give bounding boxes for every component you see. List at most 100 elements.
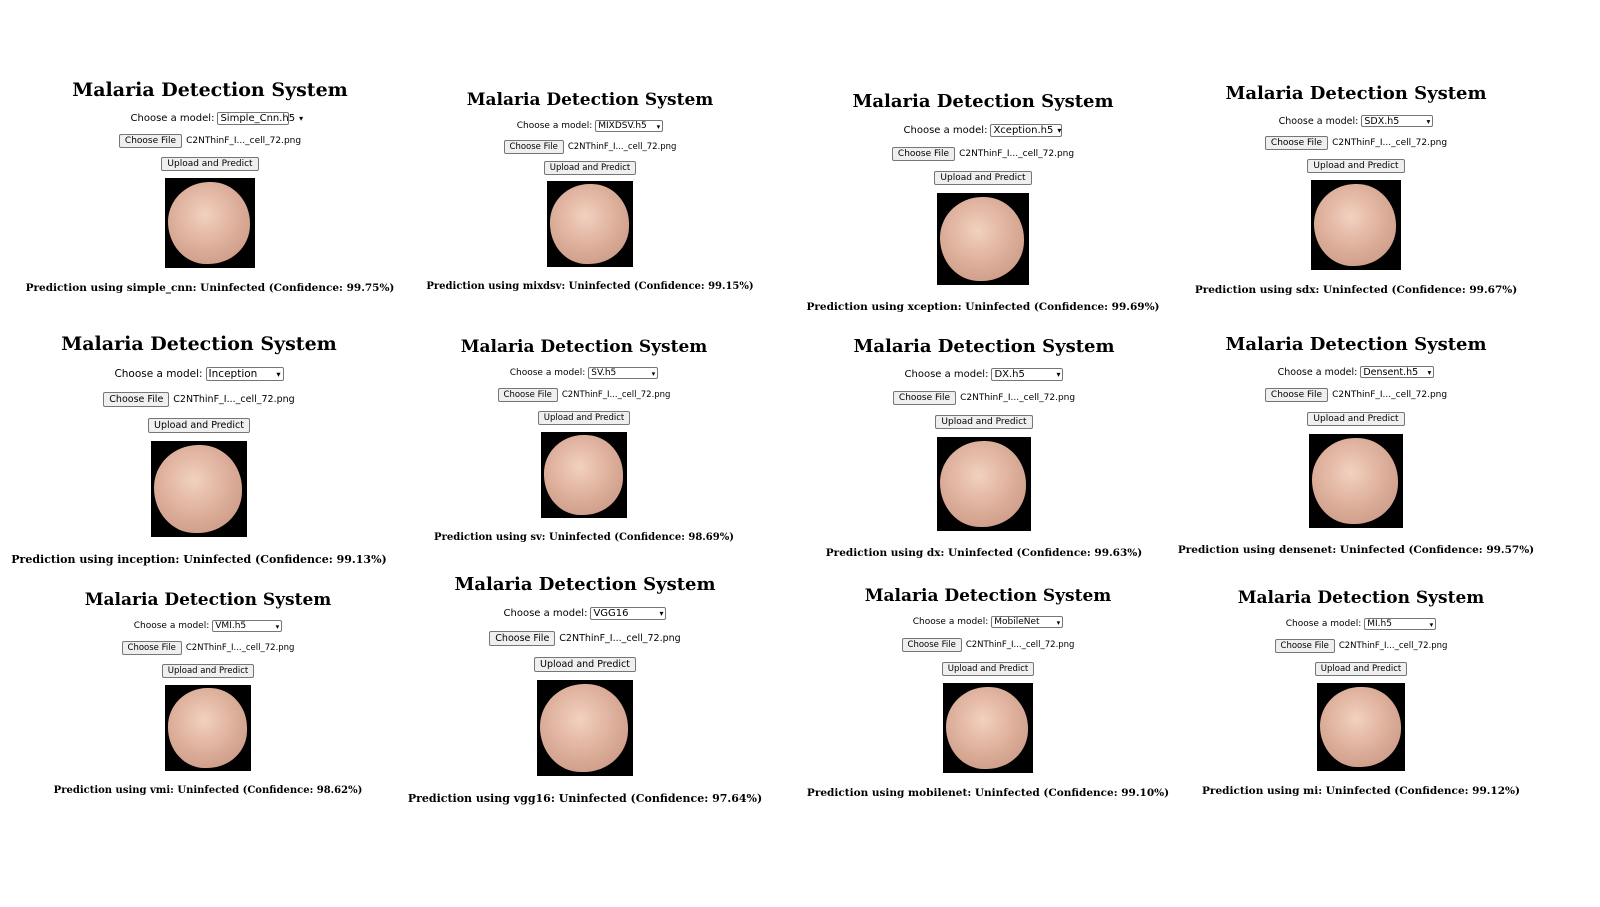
cell-shape [167, 688, 247, 768]
upload-predict-button[interactable]: Upload and Predict [941, 662, 1035, 676]
chevron-down-icon: ▾ [299, 114, 304, 123]
model-label: Choose a model: [516, 121, 593, 131]
prediction-text: Prediction using mi: Uninfected (Confide… [1202, 785, 1520, 797]
upload-predict-button[interactable]: Upload and Predict [1314, 662, 1408, 676]
prediction-text: Prediction using inception: Uninfected (… [11, 553, 387, 566]
cell-shape [167, 181, 251, 265]
cell-shape [543, 435, 623, 515]
upload-predict-button[interactable]: Upload and Predict [543, 161, 637, 175]
prediction-text: Prediction using xception: Uninfected (C… [806, 301, 1160, 313]
cell-image [937, 193, 1029, 285]
cell-image [1309, 434, 1403, 528]
chevron-down-icon: ▾ [651, 368, 656, 378]
detection-panel: Malaria Detection System Choose a model:… [26, 79, 395, 294]
cell-shape [1319, 686, 1401, 768]
upload-predict-button[interactable]: Upload and Predict [1307, 159, 1405, 173]
model-select[interactable]: SDX.h5 ▾ [1361, 115, 1434, 127]
model-select[interactable]: SV.h5 ▾ [588, 367, 659, 379]
model-select[interactable]: Inception ▾ [205, 367, 284, 381]
model-select[interactable]: MI.h5 ▾ [1364, 618, 1437, 630]
prediction-text: Prediction using vmi: Uninfected (Confid… [53, 785, 363, 796]
choose-file-button[interactable]: Choose File [1264, 388, 1329, 402]
model-label: Choose a model: [509, 368, 586, 378]
file-name: C2NThinF_I..._cell_72.png [1338, 641, 1448, 651]
model-select[interactable]: Densent.h5 ▾ [1360, 366, 1435, 378]
model-select-value: MI.h5 [1367, 619, 1392, 629]
model-label: Choose a model: [503, 608, 588, 619]
choose-file-button[interactable]: Choose File [901, 638, 962, 652]
file-name: C2NThinF_I..._cell_72.png [559, 633, 681, 644]
model-select[interactable]: Xception.h5 ▾ [990, 124, 1063, 137]
choose-file-button[interactable]: Choose File [497, 388, 558, 402]
chevron-down-icon: ▾ [659, 609, 664, 618]
choose-file-button[interactable]: Choose File [1264, 136, 1329, 150]
page-title: Malaria Detection System [460, 337, 708, 357]
upload-predict-button[interactable]: Upload and Predict [148, 418, 250, 433]
cell-shape [1311, 437, 1399, 525]
upload-predict-button[interactable]: Upload and Predict [934, 171, 1032, 185]
chevron-down-icon: ▾ [1056, 370, 1061, 379]
upload-predict-button[interactable]: Upload and Predict [935, 415, 1033, 429]
model-select[interactable]: Simple_Cnn.h5 ▾ [217, 112, 303, 125]
file-name: C2NThinF_I..._cell_72.png [1332, 138, 1448, 148]
choose-file-button[interactable]: Choose File [121, 641, 182, 655]
model-select-value: Inception [208, 368, 258, 380]
model-label: Choose a model: [1285, 619, 1362, 629]
model-select-value: SDX.h5 [1364, 115, 1400, 127]
choose-file-button[interactable]: Choose File [892, 391, 957, 405]
model-label: Choose a model: [133, 621, 210, 631]
file-name: C2NThinF_I..._cell_72.png [1332, 390, 1448, 400]
cell-image [547, 181, 633, 267]
cell-image [541, 432, 627, 518]
prediction-text: Prediction using simple_cnn: Uninfected … [25, 282, 395, 294]
model-label: Choose a model: [130, 113, 215, 124]
cell-shape [539, 683, 629, 773]
prediction-text: Prediction using densenet: Uninfected (C… [1177, 544, 1535, 556]
file-name: C2NThinF_I..._cell_72.png [960, 393, 1076, 403]
cell-image [937, 437, 1031, 531]
model-select[interactable]: VMI.h5 ▾ [212, 620, 283, 632]
model-label: Choose a model: [1278, 115, 1359, 127]
file-name: C2NThinF_I..._cell_72.png [965, 640, 1075, 650]
page-title: Malaria Detection System [852, 91, 1114, 112]
detection-panel: Malaria Detection System Choose a model:… [1202, 588, 1520, 797]
model-select-value: MIXDSV.h5 [598, 121, 647, 131]
model-select[interactable]: DX.h5 ▾ [991, 368, 1064, 381]
upload-predict-button[interactable]: Upload and Predict [1307, 412, 1405, 426]
page-title: Malaria Detection System [72, 79, 348, 101]
chevron-down-icon: ▾ [276, 369, 281, 379]
choose-file-button[interactable]: Choose File [118, 134, 183, 148]
model-select[interactable]: VGG16 ▾ [590, 607, 667, 620]
cell-image [1317, 683, 1405, 771]
chevron-down-icon: ▾ [1057, 126, 1062, 135]
choose-file-button[interactable]: Choose File [503, 140, 564, 154]
cell-image [537, 680, 633, 776]
file-name: C2NThinF_I..._cell_72.png [567, 142, 677, 152]
choose-file-button[interactable]: Choose File [103, 392, 170, 407]
cell-image [1311, 180, 1401, 270]
model-select[interactable]: MobileNet ▾ [991, 616, 1064, 628]
page-title: Malaria Detection System [1225, 334, 1487, 355]
detection-panel: Malaria Detection System Choose a model:… [434, 337, 734, 543]
detection-panel: Malaria Detection System Choose a model:… [806, 91, 1159, 313]
chevron-down-icon: ▾ [656, 121, 661, 131]
detection-panel: Malaria Detection System Choose a model:… [826, 336, 1142, 559]
upload-predict-button[interactable]: Upload and Predict [161, 157, 259, 171]
page-title: Malaria Detection System [466, 90, 714, 110]
model-select[interactable]: MIXDSV.h5 ▾ [595, 120, 664, 132]
choose-file-button[interactable]: Choose File [1274, 639, 1335, 653]
choose-file-button[interactable]: Choose File [489, 631, 556, 646]
cell-image [165, 178, 255, 268]
upload-predict-button[interactable]: Upload and Predict [537, 411, 631, 425]
file-name: C2NThinF_I..._cell_72.png [561, 390, 671, 400]
model-select-value: Densent.h5 [1363, 366, 1419, 378]
detection-panel: Malaria Detection System Choose a model:… [54, 590, 363, 796]
page-title: Malaria Detection System [84, 590, 332, 610]
chevron-down-icon: ▾ [1429, 619, 1434, 629]
model-select-value: MobileNet [994, 617, 1040, 627]
file-name: C2NThinF_I..._cell_72.png [185, 643, 295, 653]
choose-file-button[interactable]: Choose File [891, 147, 956, 161]
upload-predict-button[interactable]: Upload and Predict [161, 664, 255, 678]
upload-predict-button[interactable]: Upload and Predict [534, 657, 636, 672]
cell-shape [939, 440, 1027, 528]
